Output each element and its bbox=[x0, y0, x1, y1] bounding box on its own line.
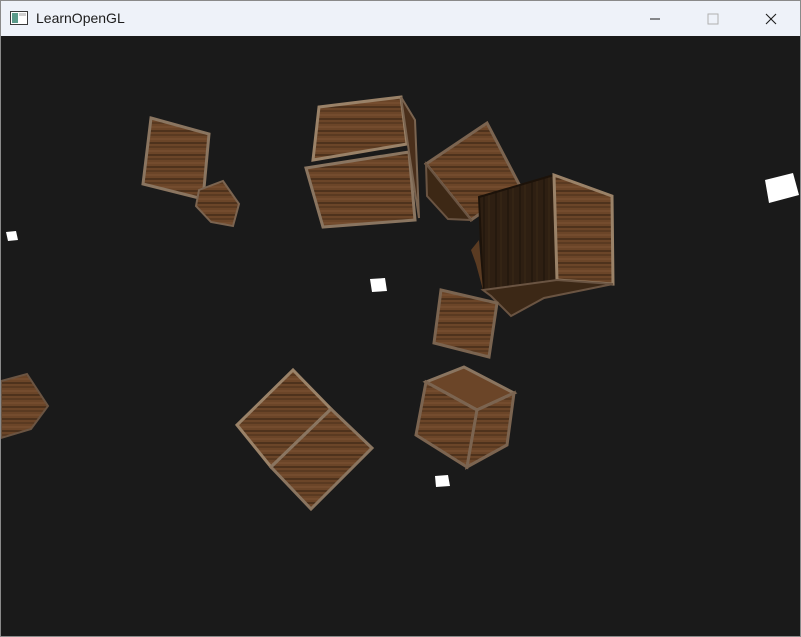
close-button[interactable] bbox=[742, 1, 800, 36]
crate bbox=[304, 95, 420, 229]
maximize-button[interactable] bbox=[684, 1, 742, 36]
title-bar[interactable]: LearnOpenGL bbox=[1, 1, 800, 36]
light-cube bbox=[6, 231, 18, 241]
crate bbox=[414, 365, 518, 470]
maximize-icon bbox=[707, 13, 719, 25]
crate bbox=[194, 179, 241, 228]
crate bbox=[432, 288, 499, 359]
minimize-icon bbox=[649, 13, 661, 25]
minimize-button[interactable] bbox=[626, 1, 684, 36]
crate bbox=[471, 172, 615, 318]
crate bbox=[234, 367, 375, 512]
light-cube bbox=[765, 173, 799, 203]
light-cube bbox=[435, 475, 450, 487]
crate bbox=[141, 116, 211, 201]
light-cube bbox=[370, 278, 387, 292]
opengl-render-viewport[interactable] bbox=[1, 36, 800, 636]
opengl-window-icon bbox=[10, 11, 28, 25]
application-window: LearnOpenGL bbox=[0, 0, 801, 637]
crate bbox=[1, 372, 50, 440]
close-icon bbox=[765, 13, 777, 25]
window-title: LearnOpenGL bbox=[36, 10, 125, 26]
scene-canvas bbox=[1, 95, 799, 512]
